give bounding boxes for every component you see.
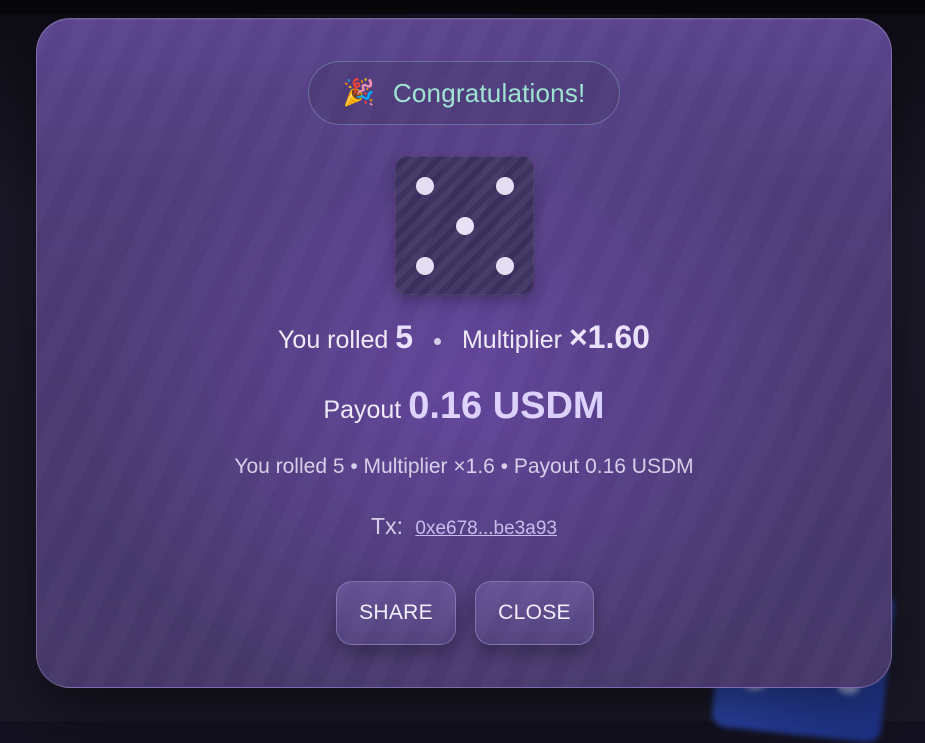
payout-label: Payout [323, 396, 401, 424]
tx-hash-link[interactable]: 0xe678...be3a93 [415, 518, 557, 539]
result-modal: 🎉 Congratulations! You rolled 5 Multipli… [36, 18, 892, 688]
rolled-value: 5 [395, 319, 413, 355]
tx-label: Tx: [371, 513, 403, 539]
die-pip [496, 257, 514, 275]
payout-value: 0.16 USDM [408, 385, 604, 427]
top-strip [0, 0, 925, 14]
congratulations-title: Congratulations! [393, 78, 586, 109]
die-five-icon [395, 156, 534, 295]
die-pip [496, 177, 514, 195]
rolled-label: You rolled [278, 326, 388, 354]
result-summary: You rolled 5 • Multiplier ×1.6 • Payout … [37, 455, 891, 479]
payout-line: Payout 0.16 USDM [37, 385, 891, 428]
share-button[interactable]: SHARE [336, 581, 456, 645]
die-pip [416, 257, 434, 275]
die-pip [456, 217, 474, 235]
close-button[interactable]: CLOSE [475, 581, 594, 645]
multiplier-value: ×1.60 [569, 319, 650, 355]
die-pip [416, 177, 434, 195]
party-popper-icon: 🎉 [343, 80, 375, 106]
transaction-line: Tx: 0xe678...be3a93 [37, 513, 891, 540]
separator-dot [434, 338, 441, 345]
multiplier-label: Multiplier [462, 326, 562, 354]
congratulations-banner: 🎉 Congratulations! [308, 61, 620, 125]
roll-result-line: You rolled 5 Multiplier ×1.60 [37, 319, 891, 356]
